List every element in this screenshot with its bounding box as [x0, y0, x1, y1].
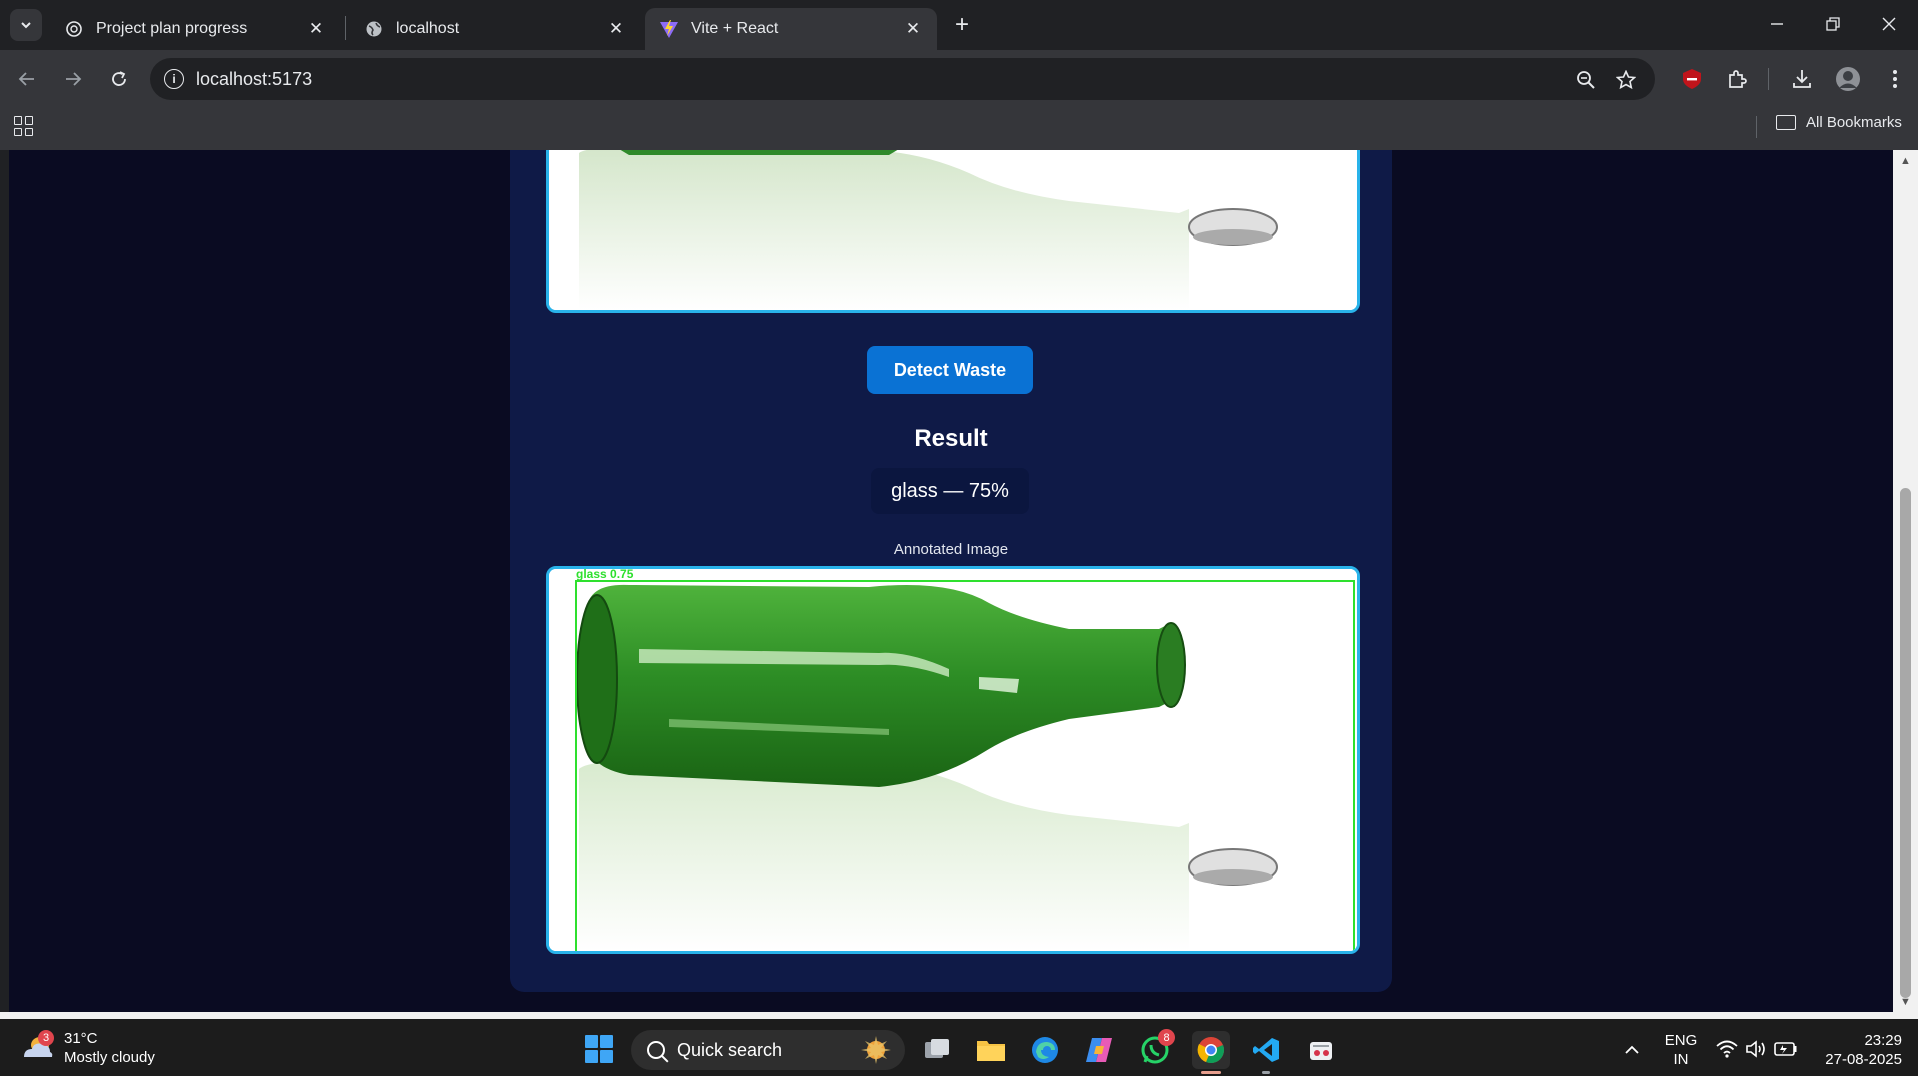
- windows-start-icon[interactable]: [585, 1035, 613, 1063]
- tab-label: Project plan progress: [96, 20, 248, 37]
- annotated-image: glass 0.75: [546, 566, 1360, 954]
- chrome-active-indicator: [1201, 1071, 1221, 1074]
- region-code: IN: [1673, 1051, 1689, 1068]
- more-menu-icon[interactable]: [1880, 64, 1910, 94]
- adblock-extension-icon[interactable]: [1677, 64, 1707, 94]
- tab-localhost[interactable]: localhost ✕: [350, 8, 640, 50]
- weather-badge: 3: [38, 1030, 54, 1046]
- all-bookmarks-button[interactable]: All Bookmarks: [1776, 114, 1902, 131]
- vscode-icon[interactable]: [1247, 1031, 1285, 1069]
- show-hidden-icons-chevron-icon[interactable]: [1622, 1040, 1642, 1060]
- detection-box-label: glass 0.75: [576, 569, 634, 581]
- bottle-reflection-image: [549, 150, 1357, 310]
- snipping-tool-icon[interactable]: [1302, 1031, 1340, 1069]
- apps-grid-icon[interactable]: [14, 116, 34, 136]
- close-tab-icon[interactable]: ✕: [306, 19, 326, 39]
- new-tab-button[interactable]: +: [948, 11, 976, 39]
- tab-vite-react[interactable]: Vite + React ✕: [645, 8, 937, 50]
- zoom-icon[interactable]: [1574, 68, 1598, 92]
- folder-icon: [1776, 115, 1796, 130]
- taskbar-search[interactable]: Quick search: [631, 1030, 905, 1070]
- forward-button[interactable]: [58, 64, 88, 94]
- scrollbar-thumb[interactable]: [1900, 488, 1911, 998]
- chrome-icon[interactable]: [1192, 1031, 1230, 1069]
- volume-icon[interactable]: [1745, 1039, 1767, 1059]
- close-window-button[interactable]: [1866, 6, 1912, 42]
- minimize-button[interactable]: [1754, 6, 1800, 42]
- extensions-icon[interactable]: [1722, 64, 1752, 94]
- edge-browser-icon[interactable]: [1026, 1031, 1064, 1069]
- profile-avatar[interactable]: [1833, 64, 1863, 94]
- restore-icon: [1826, 17, 1840, 31]
- tab-divider: [345, 16, 346, 40]
- uploaded-image-preview: [546, 150, 1360, 313]
- reload-icon: [112, 71, 126, 86]
- back-button[interactable]: [12, 64, 42, 94]
- clock-time: 23:29: [1864, 1032, 1902, 1049]
- result-badge: glass — 75%: [871, 468, 1029, 514]
- tab-label: localhost: [396, 20, 460, 37]
- weather-temperature: 31°C: [64, 1030, 98, 1047]
- language-indicator[interactable]: ENG IN: [1661, 1031, 1701, 1069]
- page-scrollbar[interactable]: ▲ ▼: [1893, 150, 1918, 1012]
- scroll-up-arrow-icon[interactable]: ▲: [1899, 154, 1912, 167]
- bookmarks-bar: [0, 108, 1918, 150]
- clock-date: 27-08-2025: [1825, 1051, 1902, 1068]
- weather-widget[interactable]: 3 31°C Mostly cloudy: [20, 1029, 155, 1067]
- address-url[interactable]: localhost:5173: [196, 69, 312, 90]
- tab-project-plan[interactable]: Project plan progress ✕: [50, 8, 340, 50]
- globe-icon: [364, 19, 384, 39]
- page-viewport: Detect Waste Result glass — 75% Annotate…: [9, 150, 1893, 1012]
- tab-label: Vite + React: [691, 20, 779, 37]
- close-tab-icon[interactable]: ✕: [903, 19, 923, 39]
- whatsapp-icon[interactable]: 8: [1136, 1029, 1175, 1069]
- vite-icon: [659, 19, 679, 39]
- toolbar-divider: [1768, 68, 1769, 90]
- search-icon: [647, 1041, 665, 1059]
- file-explorer-icon[interactable]: [972, 1031, 1010, 1069]
- all-bookmarks-label: All Bookmarks: [1806, 114, 1902, 131]
- reload-button[interactable]: [104, 64, 134, 94]
- restore-button[interactable]: [1810, 6, 1856, 42]
- close-icon: [1882, 17, 1896, 31]
- arrow-left-icon: [18, 72, 34, 86]
- minimize-icon: [1771, 23, 1783, 25]
- scroll-down-arrow-icon[interactable]: ▼: [1899, 995, 1912, 1008]
- annotated-bottle-image: glass 0.75: [549, 569, 1357, 951]
- page-bottom-edge: [0, 1012, 1918, 1019]
- result-heading: Result: [914, 425, 988, 452]
- browser-toolbar: i localhost:5173: [0, 50, 1918, 108]
- chevron-down-icon: [21, 22, 31, 29]
- weather-description: Mostly cloudy: [64, 1049, 155, 1066]
- annotated-image-label: Annotated Image: [893, 541, 1009, 558]
- arrow-right-icon: [66, 72, 82, 86]
- tab-search-button[interactable]: [10, 9, 42, 41]
- cloud-icon: 3: [20, 1030, 54, 1063]
- language-code: ENG: [1664, 1032, 1698, 1049]
- copilot-icon[interactable]: [1080, 1031, 1118, 1069]
- site-info-icon[interactable]: i: [164, 69, 184, 89]
- bookmark-star-icon[interactable]: [1614, 68, 1638, 92]
- chatgpt-icon: [64, 19, 84, 39]
- detect-waste-button[interactable]: Detect Waste: [867, 346, 1033, 394]
- clock[interactable]: 23:29 27-08-2025: [1810, 1031, 1902, 1069]
- wifi-icon[interactable]: [1716, 1039, 1738, 1059]
- search-highlight-icon: [861, 1036, 891, 1064]
- download-icon[interactable]: [1787, 64, 1817, 94]
- address-bar[interactable]: i localhost:5173: [150, 58, 1655, 100]
- whatsapp-badge: 8: [1158, 1029, 1175, 1046]
- vscode-running-indicator: [1262, 1071, 1270, 1074]
- battery-icon[interactable]: [1774, 1040, 1798, 1058]
- close-tab-icon[interactable]: ✕: [606, 19, 626, 39]
- search-placeholder: Quick search: [677, 1039, 783, 1060]
- bookmarks-divider: [1756, 116, 1757, 138]
- task-view-icon[interactable]: [918, 1031, 956, 1069]
